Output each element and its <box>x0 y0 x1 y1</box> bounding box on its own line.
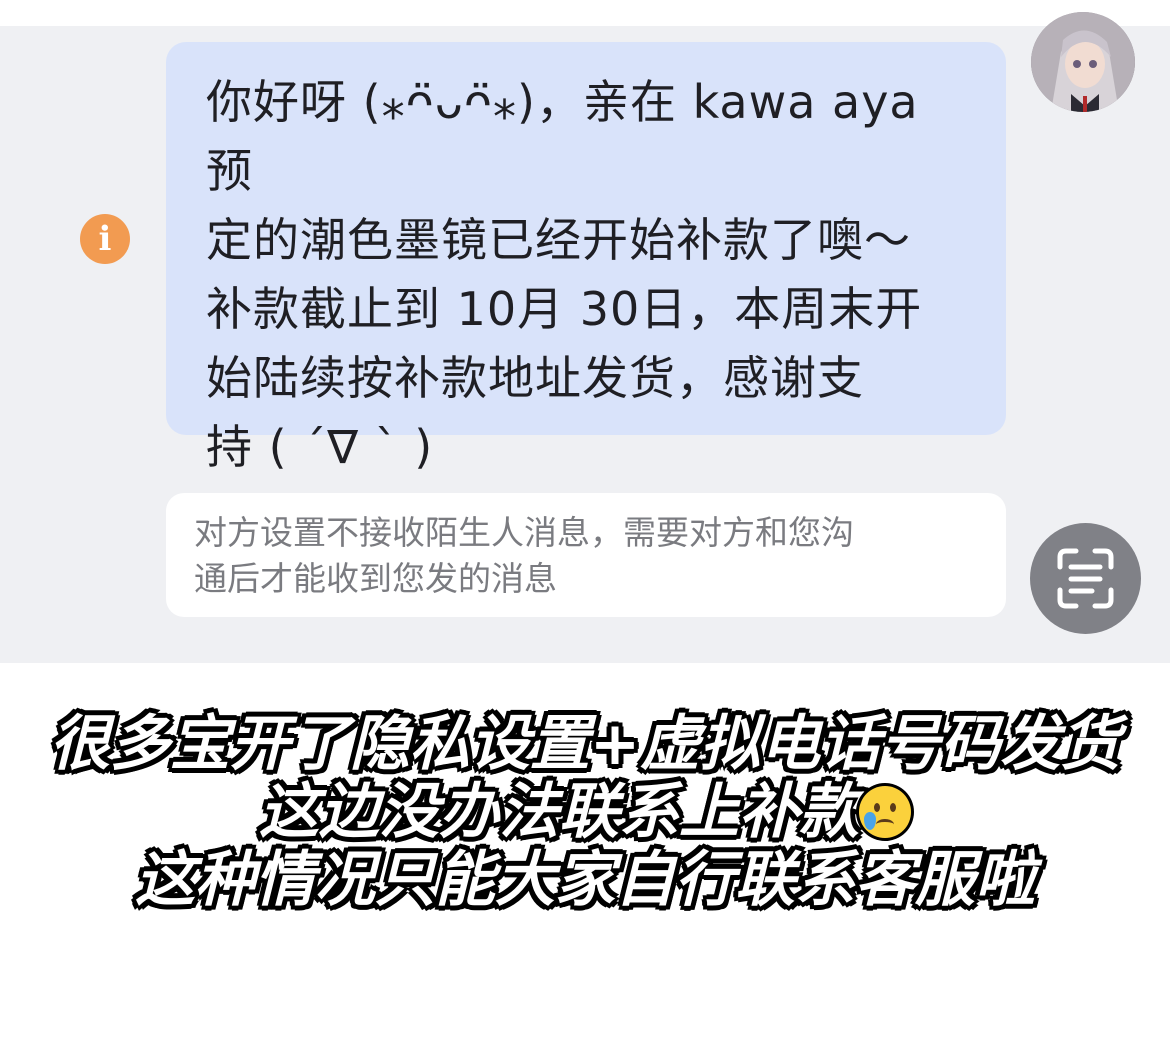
avatar[interactable] <box>1031 12 1135 112</box>
caption: 很多宝开了隐私设置+虚拟电话号码发货 这边没办法联系上补款 这种情况只能大家自行… <box>0 710 1170 914</box>
notice-text: 对方设置不接收陌生人消息，需要对方和您沟 通后才能收到您发的消息 <box>194 513 854 598</box>
caption-line-1: 很多宝开了隐私设置+虚拟电话号码发货 <box>49 709 1121 779</box>
info-icon[interactable]: i <box>80 214 130 264</box>
caption-line-3: 这种情况只能大家自行联系客服啦 <box>135 845 1035 915</box>
caption-line-2: 这边没办法联系上补款 <box>0 778 1170 846</box>
avatar-image <box>1031 12 1135 112</box>
face-holding-back-tears-emoji <box>859 786 911 838</box>
message-text: 你好呀 (⁎ᴖ̈ᴗᴖ̈⁎)，亲在 kawa aya 预 定的潮色墨镜已经开始补款… <box>206 75 923 474</box>
scan-text-icon <box>1057 548 1114 609</box>
chat-area: i 你好呀 (⁎ᴖ̈ᴗᴖ̈⁎)，亲在 kawa aya 预 定的潮色墨镜已经开始… <box>0 12 1170 663</box>
caption-line-2-text: 这边没办法联系上补款 <box>259 777 859 847</box>
message-bubble[interactable]: 你好呀 (⁎ᴖ̈ᴗᴖ̈⁎)，亲在 kawa aya 预 定的潮色墨镜已经开始补款… <box>166 42 1006 474</box>
system-notice: 对方设置不接收陌生人消息，需要对方和您沟 通后才能收到您发的消息 <box>166 493 1006 617</box>
scan-text-button[interactable] <box>1030 523 1141 634</box>
